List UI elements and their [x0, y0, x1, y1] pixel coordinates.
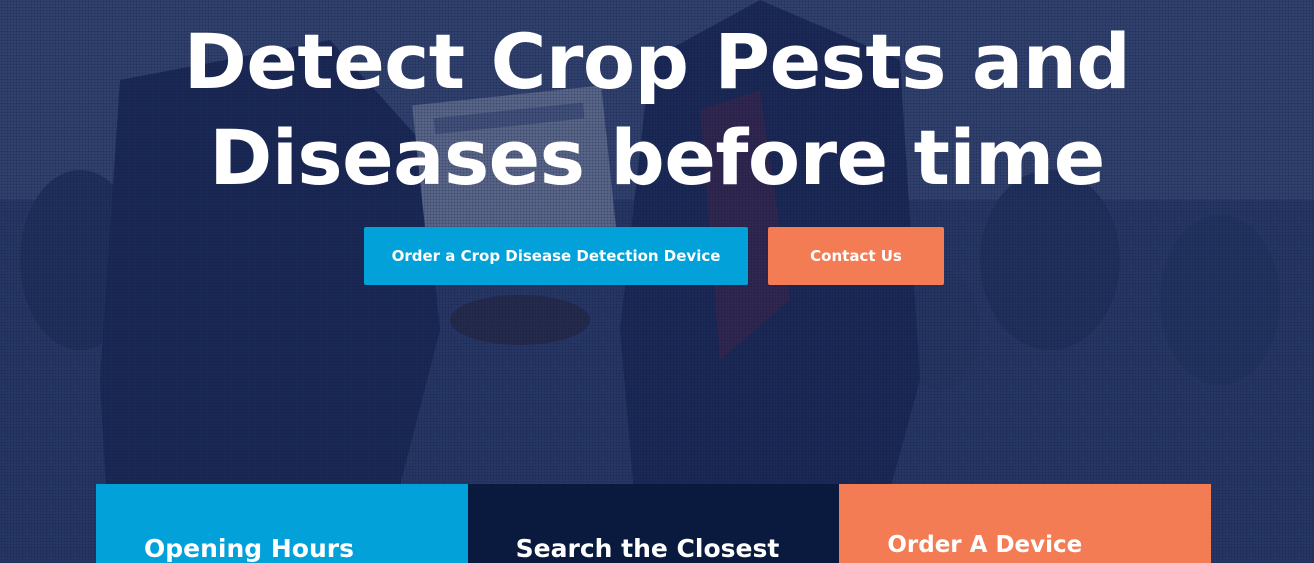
order-device-button[interactable]: Order a Crop Disease Detection Device: [364, 227, 748, 285]
opening-hours-card: Opening Hours: [96, 484, 468, 563]
hero-cta-row: Order a Crop Disease Detection Device Co…: [0, 227, 1314, 285]
opening-hours-title: Opening Hours: [144, 534, 354, 563]
contact-us-button[interactable]: Contact Us: [768, 227, 944, 285]
order-device-card[interactable]: Order A Device: [839, 484, 1212, 563]
hero-section: Detect Crop Pests and Diseases before ti…: [0, 0, 1314, 563]
search-closest-card: Search the Closest: [467, 484, 840, 563]
hero-headline: Detect Crop Pests and Diseases before ti…: [0, 14, 1314, 206]
hero-headline-line-1: Detect Crop Pests and: [183, 17, 1131, 106]
order-device-title: Order A Device: [887, 532, 1083, 558]
search-closest-title: Search the Closest: [515, 534, 780, 563]
info-cards: Opening Hours Search the Closest Order A…: [96, 484, 1212, 563]
hero-headline-line-2: Diseases before time: [209, 113, 1105, 202]
